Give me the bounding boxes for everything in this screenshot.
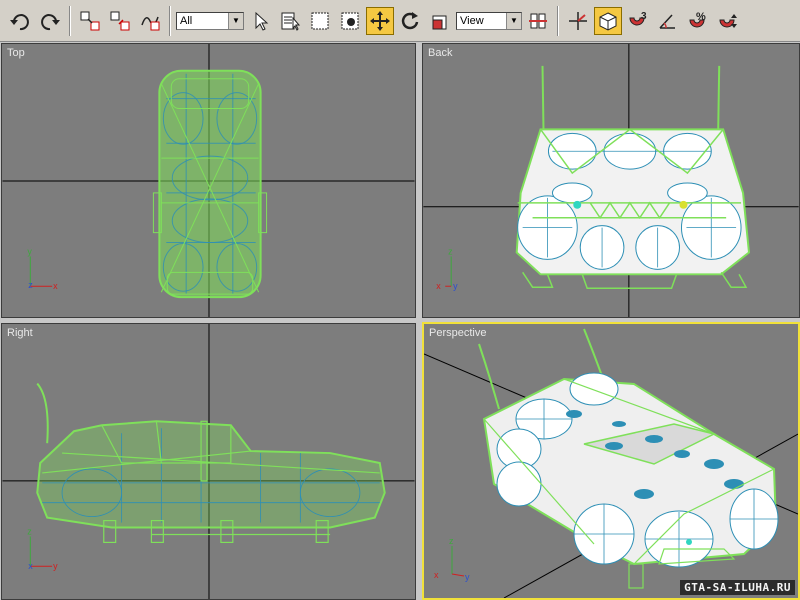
select-by-name-icon [281,12,301,31]
select-and-move-button[interactable] [366,6,394,35]
selection-filter-value: All [180,14,193,27]
snap-count-text: 3 [641,11,647,22]
unlink-selection-button[interactable] [106,7,134,35]
viewport-label-back[interactable]: Back [428,47,452,59]
move-icon [370,10,390,31]
reference-coordinate-value: View [460,14,484,27]
rotate-icon [401,11,419,29]
select-and-link-button[interactable] [76,7,104,35]
viewport-perspective[interactable]: z x y Perspective GTA-SA-ILUHA.RU [422,322,800,600]
pivot-center-icon [529,13,547,28]
main-toolbar: All ▼ View ▼ 3 % [0,0,800,42]
redo-button[interactable] [36,7,64,35]
axis-x-label: x [436,281,441,291]
axis-y-label: y [453,281,458,291]
redo-icon [41,13,60,30]
axis-z-label: z [27,526,32,536]
select-and-rotate-button[interactable] [396,7,424,35]
cube-icon [599,11,617,31]
toolbar-separator [169,5,171,36]
viewport-label-perspective[interactable]: Perspective [429,327,486,339]
select-by-name-button[interactable] [276,7,304,35]
car-wireframe-top [152,69,268,299]
toolbar-separator [557,5,559,36]
chevron-down-icon: ▼ [506,12,521,29]
perspective-view-canvas: z x y [424,328,798,598]
axis-gizmo: z x y [434,536,470,582]
window-crossing-button[interactable] [336,7,364,35]
percent-snap-text: % [696,11,706,23]
space-warp-icon [141,16,160,30]
axis-x-label: x [28,561,33,571]
site-watermark: GTA-SA-ILUHA.RU [680,580,795,595]
selection-filter-dropdown[interactable]: All ▼ [176,11,244,30]
axis-gizmo: z x y [27,526,58,571]
chevron-down-icon: ▼ [228,12,243,29]
viewport-label-top[interactable]: Top [7,47,25,59]
angle-snap-icon [659,13,675,29]
axis-y-label: y [53,561,58,571]
undo-icon [10,13,29,30]
spinner-snap-icon [719,13,737,28]
viewport-back[interactable]: z x y Back [422,43,800,318]
rectangular-selection-region-button[interactable] [306,7,334,35]
keyboard-shortcut-override-button[interactable] [594,6,622,35]
select-object-button[interactable] [246,7,274,35]
rect-selection-icon [311,12,329,29]
axis-z-label: z [449,536,454,546]
toolbar-separator [69,5,71,36]
axis-gizmo: y z x [27,246,58,291]
viewport-right[interactable]: z x y Right [1,323,416,600]
link-icon [80,11,100,30]
axis-z-label: z [448,246,453,256]
angle-snap-toggle-button[interactable] [654,7,682,35]
select-and-scale-button[interactable] [426,7,454,35]
scale-icon [432,15,447,29]
back-view-canvas: z x y [423,44,799,317]
unlink-icon [110,11,130,30]
undo-button[interactable] [6,7,34,35]
axis-y-label: y [465,572,470,582]
magnet-snap-icon: 3 [629,11,647,25]
car-wireframe-back [515,65,751,289]
axis-y-label: y [27,246,32,256]
right-view-canvas: z x y [2,324,415,599]
max-window: All ▼ View ▼ 3 % y z x Top z x y Back z … [0,0,800,600]
manipulate-icon [569,11,587,30]
top-view-canvas: y z x [2,44,415,317]
viewport-label-right[interactable]: Right [7,327,33,339]
axis-z-label: z [28,280,33,290]
reference-coordinate-dropdown[interactable]: View ▼ [456,11,522,30]
axis-gizmo: z x y [436,246,458,291]
viewport-top[interactable]: y z x Top [1,43,416,318]
use-pivot-center-button[interactable] [524,7,552,35]
manipulate-button[interactable] [564,7,592,35]
bind-to-space-warp-button[interactable] [136,7,164,35]
percent-snap-icon: % [689,11,706,27]
cursor-arrow-icon [255,11,269,31]
axis-x-label: x [434,570,439,580]
snaps-toggle-button[interactable]: 3 [624,7,652,35]
window-crossing-icon [341,12,359,29]
axis-x-label: x [53,281,58,291]
percent-snap-toggle-button[interactable]: % [684,7,712,35]
car-wireframe-right [36,382,386,544]
car-shaded-perspective [478,328,779,589]
spinner-snap-toggle-button[interactable] [714,7,742,35]
